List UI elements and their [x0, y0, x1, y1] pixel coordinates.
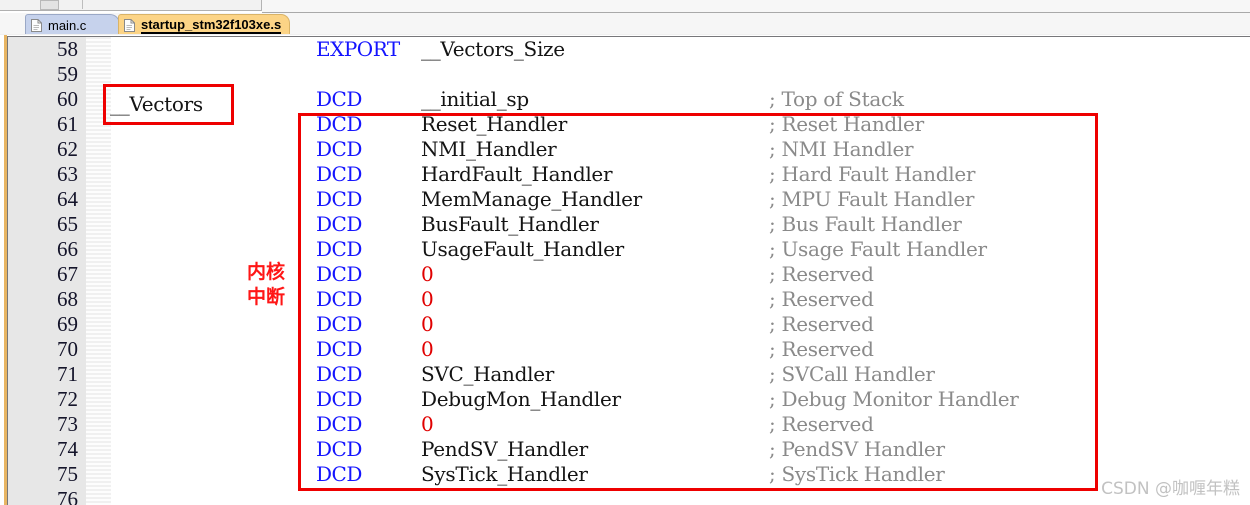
- line-number: 63: [57, 162, 78, 186]
- toolbar-separator: [82, 0, 83, 9]
- line-number: 69: [57, 312, 78, 336]
- annotation-kernel-interrupt-line1: 内核: [247, 261, 286, 283]
- tab-label: main.c: [48, 17, 87, 33]
- line-number: 61: [57, 112, 78, 136]
- line-number: 71: [57, 362, 78, 386]
- document-icon: [31, 18, 42, 32]
- tab-main-c[interactable]: main.c: [25, 14, 120, 35]
- toolbar-strip: [0, 0, 262, 11]
- code-keyword: EXPORT: [316, 37, 400, 61]
- code-line: DCD __initial_sp ; Top of Stack: [111, 87, 1250, 112]
- csdn-watermark: CSDN @咖喱年糕: [1101, 479, 1240, 499]
- line-number: 58: [57, 37, 78, 61]
- toolbar-background: [262, 0, 1250, 13]
- editor-window: main.c startup_stm32f103xe.s 58 59 60 61 62 6…: [0, 0, 1250, 505]
- code-identifier: __initial_sp: [421, 87, 529, 111]
- toolbar-button[interactable]: [40, 0, 59, 10]
- tab-label: startup_stm32f103xe.s: [141, 16, 282, 34]
- line-number: 70: [57, 337, 78, 361]
- line-number: 72: [57, 387, 78, 411]
- line-number-list: 58 59 60 61 62 63 64 65 66 67 68 69 70 71 72 73 74 75 76: [8, 37, 86, 505]
- vectors-label: __Vectors: [110, 92, 203, 116]
- line-number: 62: [57, 137, 78, 161]
- annotation-kernel-interrupt: 内核 中断: [247, 260, 285, 310]
- annotation-kernel-interrupt-line2: 中断: [247, 286, 286, 308]
- line-number: 64: [57, 187, 78, 211]
- code-comment: ; Top of Stack: [769, 87, 904, 111]
- tab-startup-stm32f103xe-s[interactable]: startup_stm32f103xe.s: [118, 14, 290, 35]
- line-number: 73: [57, 412, 78, 436]
- code-identifier: __Vectors_Size: [421, 37, 565, 61]
- line-number: 74: [57, 437, 78, 461]
- annotation-box-vector-table: [298, 113, 1098, 491]
- code-line: EXPORT __Vectors_Size: [111, 37, 1250, 62]
- document-icon: [124, 18, 135, 32]
- line-number: 76: [57, 487, 78, 505]
- code-keyword: DCD: [316, 87, 362, 111]
- line-number: 67: [57, 262, 78, 286]
- line-number: 68: [57, 287, 78, 311]
- line-number: 66: [57, 237, 78, 261]
- tab-bar: main.c startup_stm32f103xe.s: [0, 13, 1250, 35]
- line-number: 65: [57, 212, 78, 236]
- line-number: 75: [57, 462, 78, 486]
- line-number: 59: [57, 62, 78, 86]
- line-number: 60: [57, 87, 78, 111]
